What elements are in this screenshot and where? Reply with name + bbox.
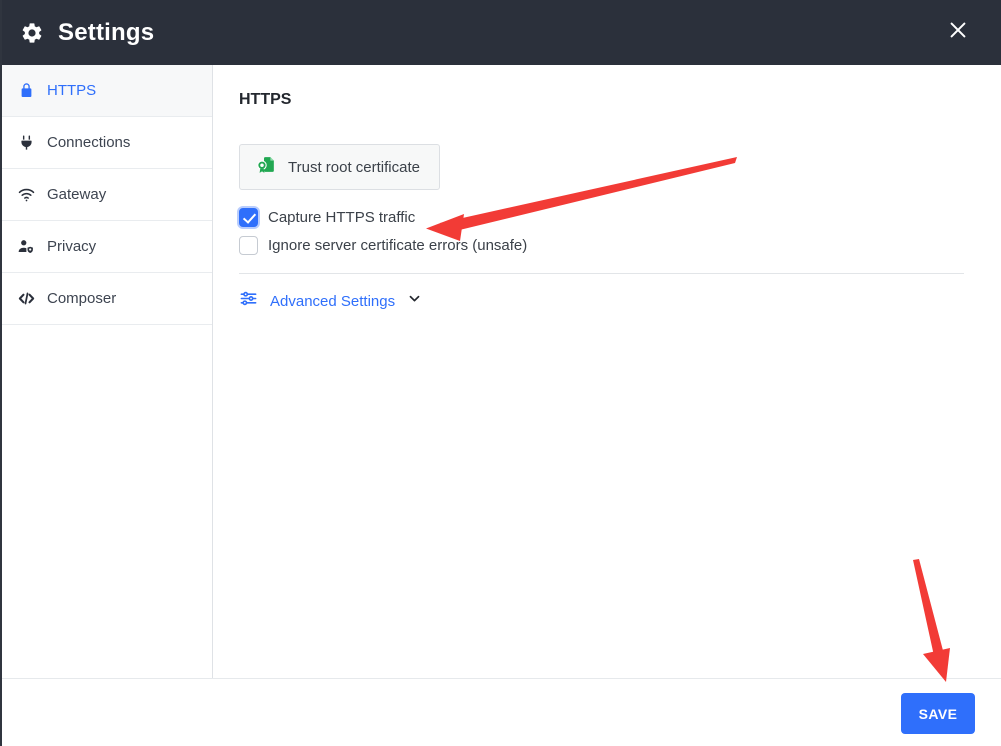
chevron-down-icon	[407, 291, 422, 311]
footer-bar: SAVE	[2, 678, 1001, 746]
settings-window: Settings HTTPS Connections Gateway Priva…	[0, 0, 1001, 746]
page-title: HTTPS	[239, 91, 292, 108]
trust-root-certificate-button[interactable]: Trust root certificate	[239, 144, 440, 190]
advanced-settings-label: Advanced Settings	[270, 292, 396, 310]
wifi-icon	[16, 185, 36, 205]
save-button[interactable]: SAVE	[901, 693, 975, 734]
sidebar-item-label: Composer	[47, 290, 117, 307]
advanced-settings-toggle[interactable]: Advanced Settings	[239, 289, 422, 313]
capture-https-traffic-checkbox[interactable]	[239, 208, 258, 227]
sidebar-item-label: HTTPS	[47, 82, 97, 99]
code-icon	[16, 289, 36, 309]
sidebar-item-label: Connections	[47, 134, 131, 151]
lock-icon	[16, 81, 36, 101]
capture-https-traffic-label: Capture HTTPS traffic	[268, 209, 416, 226]
ignore-cert-errors-row[interactable]: Ignore server certificate errors (unsafe…	[239, 236, 964, 255]
sidebar-item-label: Gateway	[47, 186, 107, 203]
ignore-cert-errors-label: Ignore server certificate errors (unsafe…	[268, 237, 528, 254]
sliders-icon	[239, 289, 258, 313]
capture-https-traffic-row[interactable]: Capture HTTPS traffic	[239, 208, 964, 227]
close-icon	[947, 19, 969, 46]
window-title: Settings	[58, 18, 155, 46]
certificate-icon	[256, 155, 276, 179]
trust-root-certificate-label: Trust root certificate	[288, 158, 420, 176]
plug-icon	[16, 133, 36, 153]
sidebar-item-label: Privacy	[47, 238, 97, 255]
sidebar: HTTPS Connections Gateway Privacy Compos…	[2, 65, 213, 678]
main-panel: HTTPS Trust root certificate Capture HTT…	[213, 65, 1001, 678]
ignore-cert-errors-checkbox[interactable]	[239, 236, 258, 255]
sidebar-item-gateway[interactable]: Gateway	[2, 169, 212, 221]
title-bar: Settings	[2, 0, 1001, 65]
sidebar-item-https[interactable]: HTTPS	[2, 65, 212, 117]
title-bar-left: Settings	[2, 18, 155, 46]
sidebar-item-composer[interactable]: Composer	[2, 273, 212, 325]
close-button[interactable]	[933, 0, 983, 65]
window-body: HTTPS Connections Gateway Privacy Compos…	[2, 65, 1001, 678]
section-divider	[239, 273, 964, 274]
sidebar-item-privacy[interactable]: Privacy	[2, 221, 212, 273]
sidebar-item-connections[interactable]: Connections	[2, 117, 212, 169]
gear-icon	[20, 21, 44, 45]
user-shield-icon	[16, 237, 36, 257]
